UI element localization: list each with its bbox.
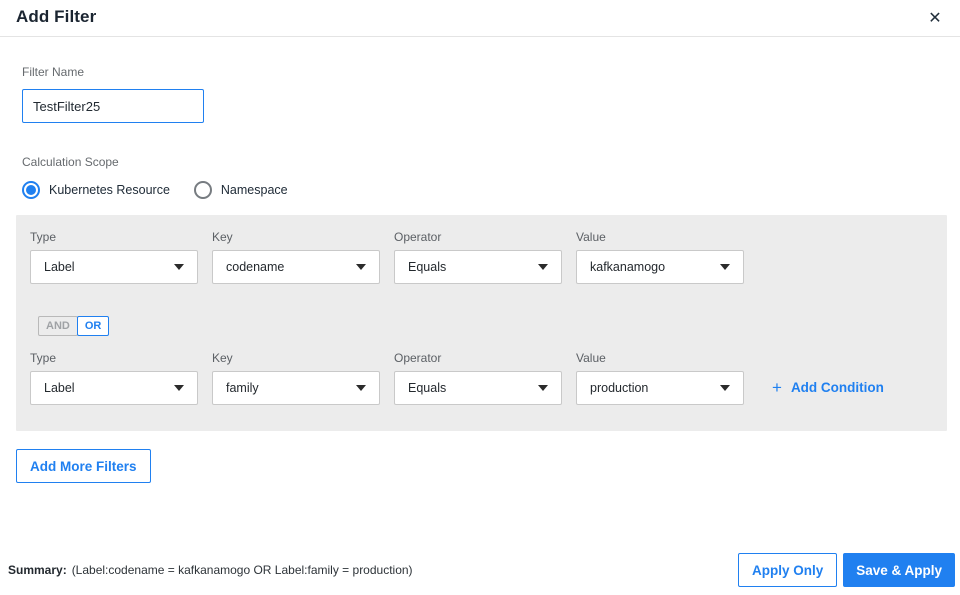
condition-row: Type Label Key codename Operator Equals …: [30, 230, 933, 284]
add-condition-label: Add Condition: [790, 380, 884, 395]
filter-name-label: Filter Name: [22, 65, 85, 79]
radio-label: Namespace: [220, 183, 288, 197]
calculation-scope-section: Calculation Scope Kubernetes Resource Na…: [16, 155, 947, 199]
chevron-down-icon: [356, 264, 366, 270]
key-label: Key: [212, 230, 233, 244]
key-label: Key: [212, 351, 233, 365]
operator-select[interactable]: Equals: [394, 250, 562, 284]
apply-only-button[interactable]: Apply Only: [737, 553, 838, 587]
chevron-down-icon: [720, 385, 730, 391]
operator-label: Operator: [394, 230, 442, 244]
calculation-scope-options: Kubernetes Resource Namespace: [22, 181, 947, 199]
operator-select[interactable]: Equals: [394, 371, 562, 405]
summary-label: Summary:: [8, 563, 67, 577]
value-select-value: production: [590, 381, 649, 395]
radio-label: Kubernetes Resource: [49, 183, 170, 197]
operator-select-value: Equals: [408, 260, 447, 274]
chevron-down-icon: [538, 385, 548, 391]
filter-summary: Summary: (Label:codename = kafkanamogo OR…: [8, 563, 413, 577]
radio-kubernetes-resource[interactable]: Kubernetes Resource: [22, 181, 170, 199]
type-field: Type Label: [30, 230, 198, 284]
chevron-down-icon: [538, 264, 548, 270]
add-more-filters-button[interactable]: Add More Filters: [16, 449, 151, 483]
type-select-value: Label: [44, 260, 75, 274]
operator-field: Operator Equals: [394, 351, 562, 405]
close-icon[interactable]: ✕: [924, 6, 946, 28]
footer-actions: Apply Only Save & Apply: [737, 553, 955, 587]
radio-selected-icon: [22, 181, 40, 199]
summary-text: (Label:codename = kafkanamogo OR Label:f…: [71, 563, 413, 577]
condition-row: Type Label Key family Operator Equals Va…: [30, 351, 933, 405]
operator-field: Operator Equals: [394, 230, 562, 284]
chevron-down-icon: [356, 385, 366, 391]
add-filter-dialog: Add Filter ✕ Filter Name Calculation Sco…: [0, 0, 960, 587]
key-select[interactable]: family: [212, 371, 380, 405]
dialog-title: Add Filter: [16, 7, 97, 26]
key-field: Key family: [212, 351, 380, 405]
add-condition-button[interactable]: + Add Condition: [772, 379, 884, 396]
value-select-value: kafkanamogo: [590, 260, 666, 274]
chevron-down-icon: [720, 264, 730, 270]
type-select-value: Label: [44, 381, 75, 395]
operator-select-value: Equals: [408, 381, 447, 395]
type-label: Type: [30, 230, 57, 244]
value-field: Value production: [576, 351, 744, 405]
value-select[interactable]: kafkanamogo: [576, 250, 744, 284]
value-select[interactable]: production: [576, 371, 744, 405]
join-operator-toggle: AND OR: [38, 316, 933, 336]
key-field: Key codename: [212, 230, 380, 284]
or-toggle-button[interactable]: OR: [76, 316, 110, 336]
type-select[interactable]: Label: [30, 250, 198, 284]
operator-label: Operator: [394, 351, 442, 365]
key-select-value: codename: [226, 260, 285, 274]
value-field: Value kafkanamogo: [576, 230, 744, 284]
plus-icon: +: [772, 378, 782, 397]
key-select-value: family: [226, 381, 259, 395]
filter-name-input[interactable]: [22, 89, 204, 123]
dialog-header: Add Filter ✕: [0, 0, 960, 37]
type-select[interactable]: Label: [30, 371, 198, 405]
type-field: Type Label: [30, 351, 198, 405]
key-select[interactable]: codename: [212, 250, 380, 284]
chevron-down-icon: [174, 385, 184, 391]
value-label: Value: [576, 351, 606, 365]
value-label: Value: [576, 230, 606, 244]
dialog-body: Filter Name Calculation Scope Kubernetes…: [0, 37, 960, 483]
calculation-scope-label: Calculation Scope: [22, 155, 119, 169]
and-toggle-button[interactable]: AND: [38, 316, 78, 336]
save-and-apply-button[interactable]: Save & Apply: [843, 553, 955, 587]
radio-unselected-icon: [193, 181, 212, 199]
type-label: Type: [30, 351, 57, 365]
radio-namespace[interactable]: Namespace: [193, 181, 288, 199]
dialog-footer: Summary: (Label:codename = kafkanamogo OR…: [8, 553, 955, 587]
chevron-down-icon: [174, 264, 184, 270]
conditions-panel: Type Label Key codename Operator Equals …: [16, 215, 947, 431]
